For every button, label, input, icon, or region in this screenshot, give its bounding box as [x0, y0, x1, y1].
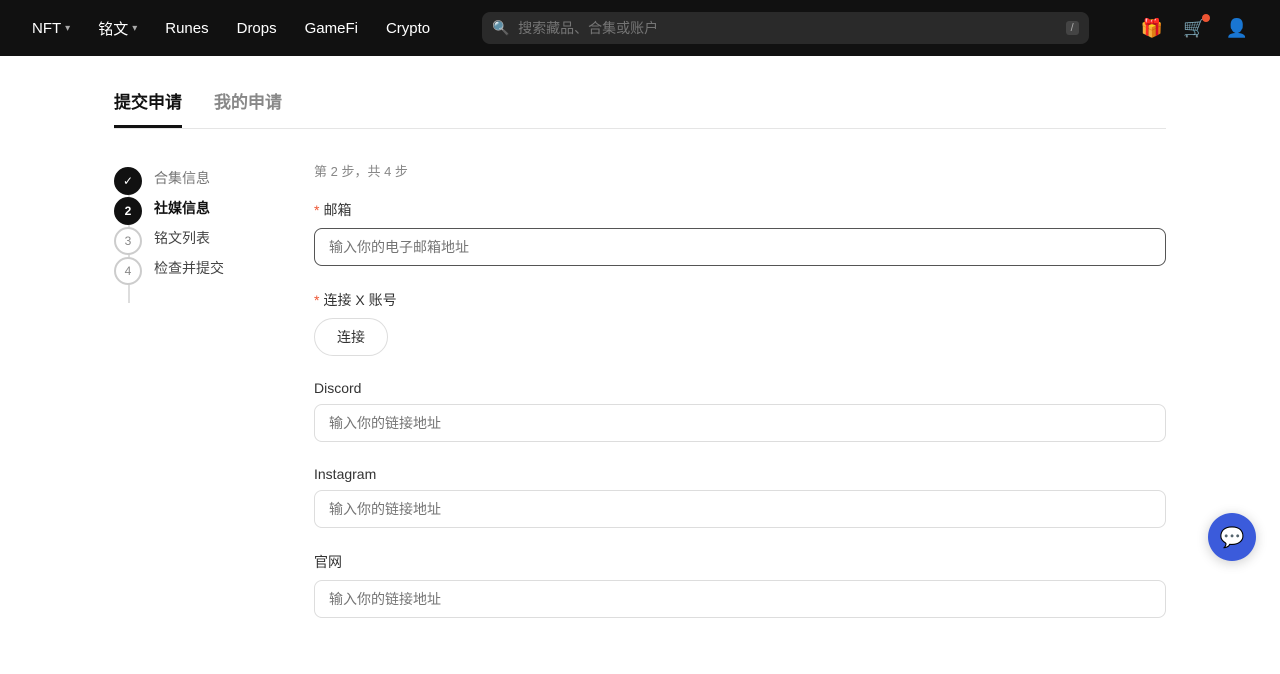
user-icon-button[interactable]: 👤 — [1226, 18, 1248, 39]
step-label-2: 社媒信息 — [154, 195, 210, 219]
cart-badge — [1202, 14, 1210, 22]
nav-item-crypto[interactable]: Crypto — [386, 20, 430, 37]
inscription-chevron-icon: ▾ — [132, 23, 137, 34]
step-item-2: 2 社媒信息 — [114, 195, 254, 225]
step-item-3: 3 铭文列表 — [114, 225, 254, 255]
nav-item-nft[interactable]: NFT ▾ — [32, 20, 70, 37]
tab-my-applications[interactable]: 我的申请 — [214, 88, 282, 128]
field-group-email: * 邮箱 — [314, 200, 1166, 266]
nft-chevron-icon: ▾ — [65, 23, 70, 34]
search-input[interactable] — [482, 12, 1089, 44]
field-label-website: 官网 — [314, 552, 1166, 572]
instagram-input[interactable] — [314, 490, 1166, 528]
step-item-1: ✓ 合集信息 — [114, 165, 254, 195]
nav-icons: 🎁 🛒 👤 — [1141, 18, 1248, 39]
search-shortcut-badge: / — [1066, 21, 1079, 35]
field-label-email: * 邮箱 — [314, 200, 1166, 220]
website-input[interactable] — [314, 580, 1166, 618]
cart-icon-button[interactable]: 🛒 — [1183, 18, 1205, 39]
step-label-3: 铭文列表 — [154, 225, 210, 249]
field-label-discord: Discord — [314, 380, 1166, 396]
step-circle-1: ✓ — [114, 167, 142, 195]
discord-input[interactable] — [314, 404, 1166, 442]
nav-item-gamefi[interactable]: GameFi — [305, 20, 358, 37]
form-area: 第 2 步，共 4 步 * 邮箱 * 连接 X 账号 连接 — [314, 161, 1166, 642]
field-group-discord: Discord — [314, 380, 1166, 442]
step-item-4: 4 检查并提交 — [114, 255, 254, 285]
navbar: NFT ▾ 铭文 ▾ Runes Drops GameFi Crypto 🔍 /… — [0, 0, 1280, 56]
connect-x-button[interactable]: 连接 — [314, 318, 388, 356]
form-layout: ✓ 合集信息 2 社媒信息 3 铭文列表 4 检查并提交 第 2 步，共 4 步 — [114, 161, 1166, 642]
search-container: 🔍 / — [482, 12, 1089, 44]
field-group-instagram: Instagram — [314, 466, 1166, 528]
required-star-x: * — [314, 292, 319, 308]
step-info: 第 2 步，共 4 步 — [314, 161, 1166, 180]
main-content: 提交申请 我的申请 ✓ 合集信息 2 社媒信息 3 铭文列表 4 检查并提交 — [90, 56, 1190, 674]
nav-item-drops[interactable]: Drops — [237, 20, 277, 37]
step-circle-2: 2 — [114, 197, 142, 225]
step-label-1: 合集信息 — [154, 165, 210, 189]
field-group-website: 官网 — [314, 552, 1166, 618]
nav-item-runes[interactable]: Runes — [165, 20, 208, 37]
tab-bar: 提交申请 我的申请 — [114, 88, 1166, 129]
chat-fab-button[interactable]: 💬 — [1208, 513, 1256, 561]
email-input[interactable] — [314, 228, 1166, 266]
step-label-4: 检查并提交 — [154, 255, 224, 279]
required-star-email: * — [314, 202, 319, 218]
field-label-instagram: Instagram — [314, 466, 1166, 482]
step-circle-4: 4 — [114, 257, 142, 285]
nav-item-inscription[interactable]: 铭文 ▾ — [98, 18, 137, 39]
field-label-x-account: * 连接 X 账号 — [314, 290, 1166, 310]
search-icon: 🔍 — [492, 20, 509, 37]
step-circle-3: 3 — [114, 227, 142, 255]
tab-submit[interactable]: 提交申请 — [114, 88, 182, 128]
field-group-x-account: * 连接 X 账号 连接 — [314, 290, 1166, 356]
stepper: ✓ 合集信息 2 社媒信息 3 铭文列表 4 检查并提交 — [114, 161, 254, 642]
gift-icon-button[interactable]: 🎁 — [1141, 18, 1163, 39]
